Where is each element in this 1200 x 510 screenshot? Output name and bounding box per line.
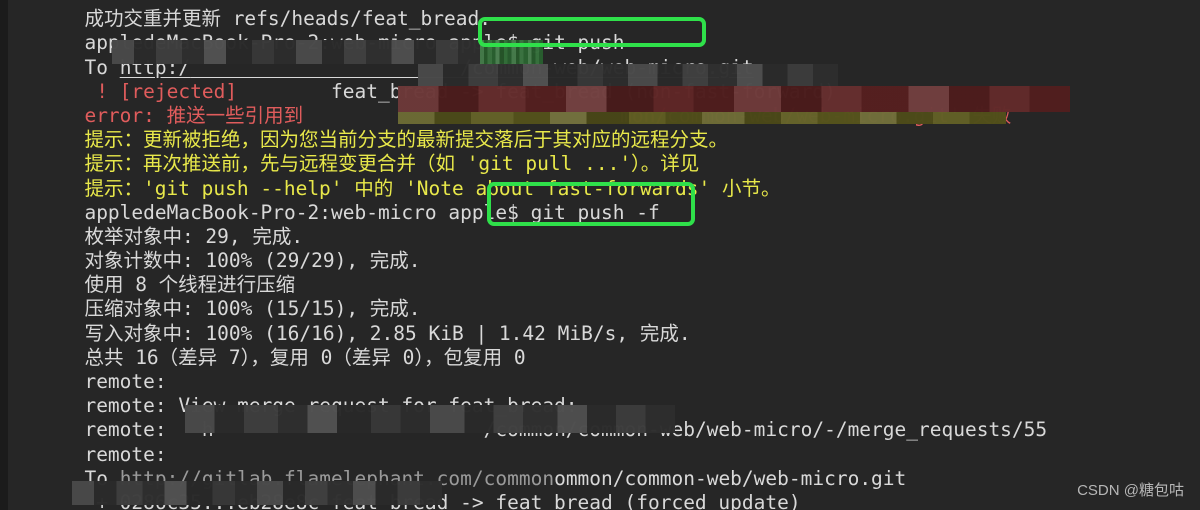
- terminal-line-remote: remote: View merge request for feat_brea…: [14, 370, 1200, 417]
- terminal-line-compressing: 压缩对象中: 100% (15/15), 完成.: [14, 273, 1200, 320]
- terminal-line-counting: 对象计数中: 100% (29/29), 完成.: [14, 225, 1200, 272]
- terminal-window[interactable]: 成功交重并更新 refs/heads/feat_bread. appledeMa…: [0, 0, 1200, 510]
- terminal-line-remote: remote:: [14, 346, 1200, 393]
- terminal-line-to-url-2: To http://gitlab.flamelephant.com/common…: [14, 443, 1200, 490]
- redaction-block-to-url-2: [72, 481, 442, 505]
- redaction-block-error: [398, 86, 1070, 112]
- terminal-line-total: 总共 16（差异 7），复用 0（差异 0），包复用 0: [14, 322, 1200, 369]
- terminal-line-writing: 写入对象中: 100% (16/16), 2.85 KiB | 1.42 MiB…: [14, 297, 1200, 345]
- annotation-box-git-push-force: [487, 182, 695, 226]
- terminal-line-hint: 提示：再次推送前，先与远程变更合并（如 'git pull ...'）。详见: [14, 128, 1200, 175]
- terminal-line-hint: 提示：'git push --help' 中的 'Note about fast…: [14, 152, 1200, 200]
- terminal-left-edge: [0, 0, 8, 510]
- terminal-line: 成功交重并更新 refs/heads/feat_bread.: [14, 0, 1200, 30]
- terminal-line-threads: 使用 8 个线程进行压缩: [14, 249, 1200, 296]
- redaction-block-hint: [398, 112, 1006, 124]
- csdn-watermark: CSDN @糖包咕: [1077, 482, 1184, 499]
- annotation-box-git-push: [478, 17, 706, 47]
- redaction-block-rejected: [418, 64, 838, 86]
- redaction-block-to-url: [112, 40, 480, 64]
- redaction-block-mr-url: [185, 405, 675, 433]
